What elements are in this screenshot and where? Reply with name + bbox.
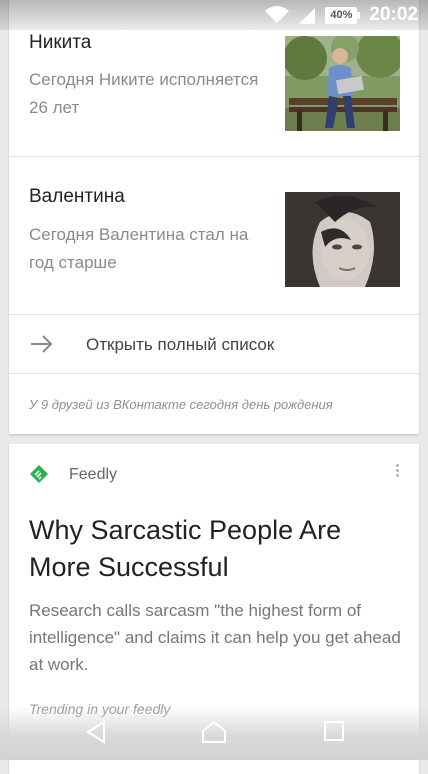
person-name: Валентина [29, 186, 125, 207]
birthday-row-valentina[interactable]: Валентина Сегодня Валентина стал на год … [9, 160, 419, 315]
status-indicators: 40% 20:02 [265, 4, 418, 26]
source-label: Feedly [69, 466, 118, 483]
birthdays-card: Никита Сегодня Никите исполняется 26 лет [9, 0, 419, 434]
feedly-logo-icon [30, 465, 48, 483]
article-headline[interactable]: Why Sarcastic People Are More Successful [29, 512, 399, 586]
navigation-bar [0, 706, 428, 760]
open-full-list-label: Открыть полный список [86, 335, 275, 354]
arrow-right-icon [31, 335, 53, 353]
person-name: Никита [29, 32, 92, 53]
recents-icon[interactable] [323, 720, 345, 742]
article-summary: Research calls sarcasm "the highest form… [29, 601, 401, 674]
birthday-summary: У 9 друзей из ВКонтакте сегодня день рож… [29, 397, 333, 412]
more-vert-icon[interactable] [393, 462, 401, 482]
home-icon[interactable] [201, 720, 227, 744]
signal-icon [297, 6, 317, 24]
person-photo[interactable] [285, 192, 400, 287]
status-bar: 40% 20:02 [0, 0, 428, 30]
status-clock: 20:02 [369, 4, 418, 25]
person-description: Сегодня Никите исполняется 26 лет [29, 70, 259, 117]
open-full-list-button[interactable]: Открыть полный список [9, 316, 419, 374]
back-icon[interactable] [85, 720, 107, 744]
person-photo[interactable] [283, 30, 404, 131]
person-description: Сегодня Валентина стал на год старше [29, 225, 249, 272]
battery-icon: 40% [325, 6, 361, 24]
wifi-icon [265, 6, 290, 24]
